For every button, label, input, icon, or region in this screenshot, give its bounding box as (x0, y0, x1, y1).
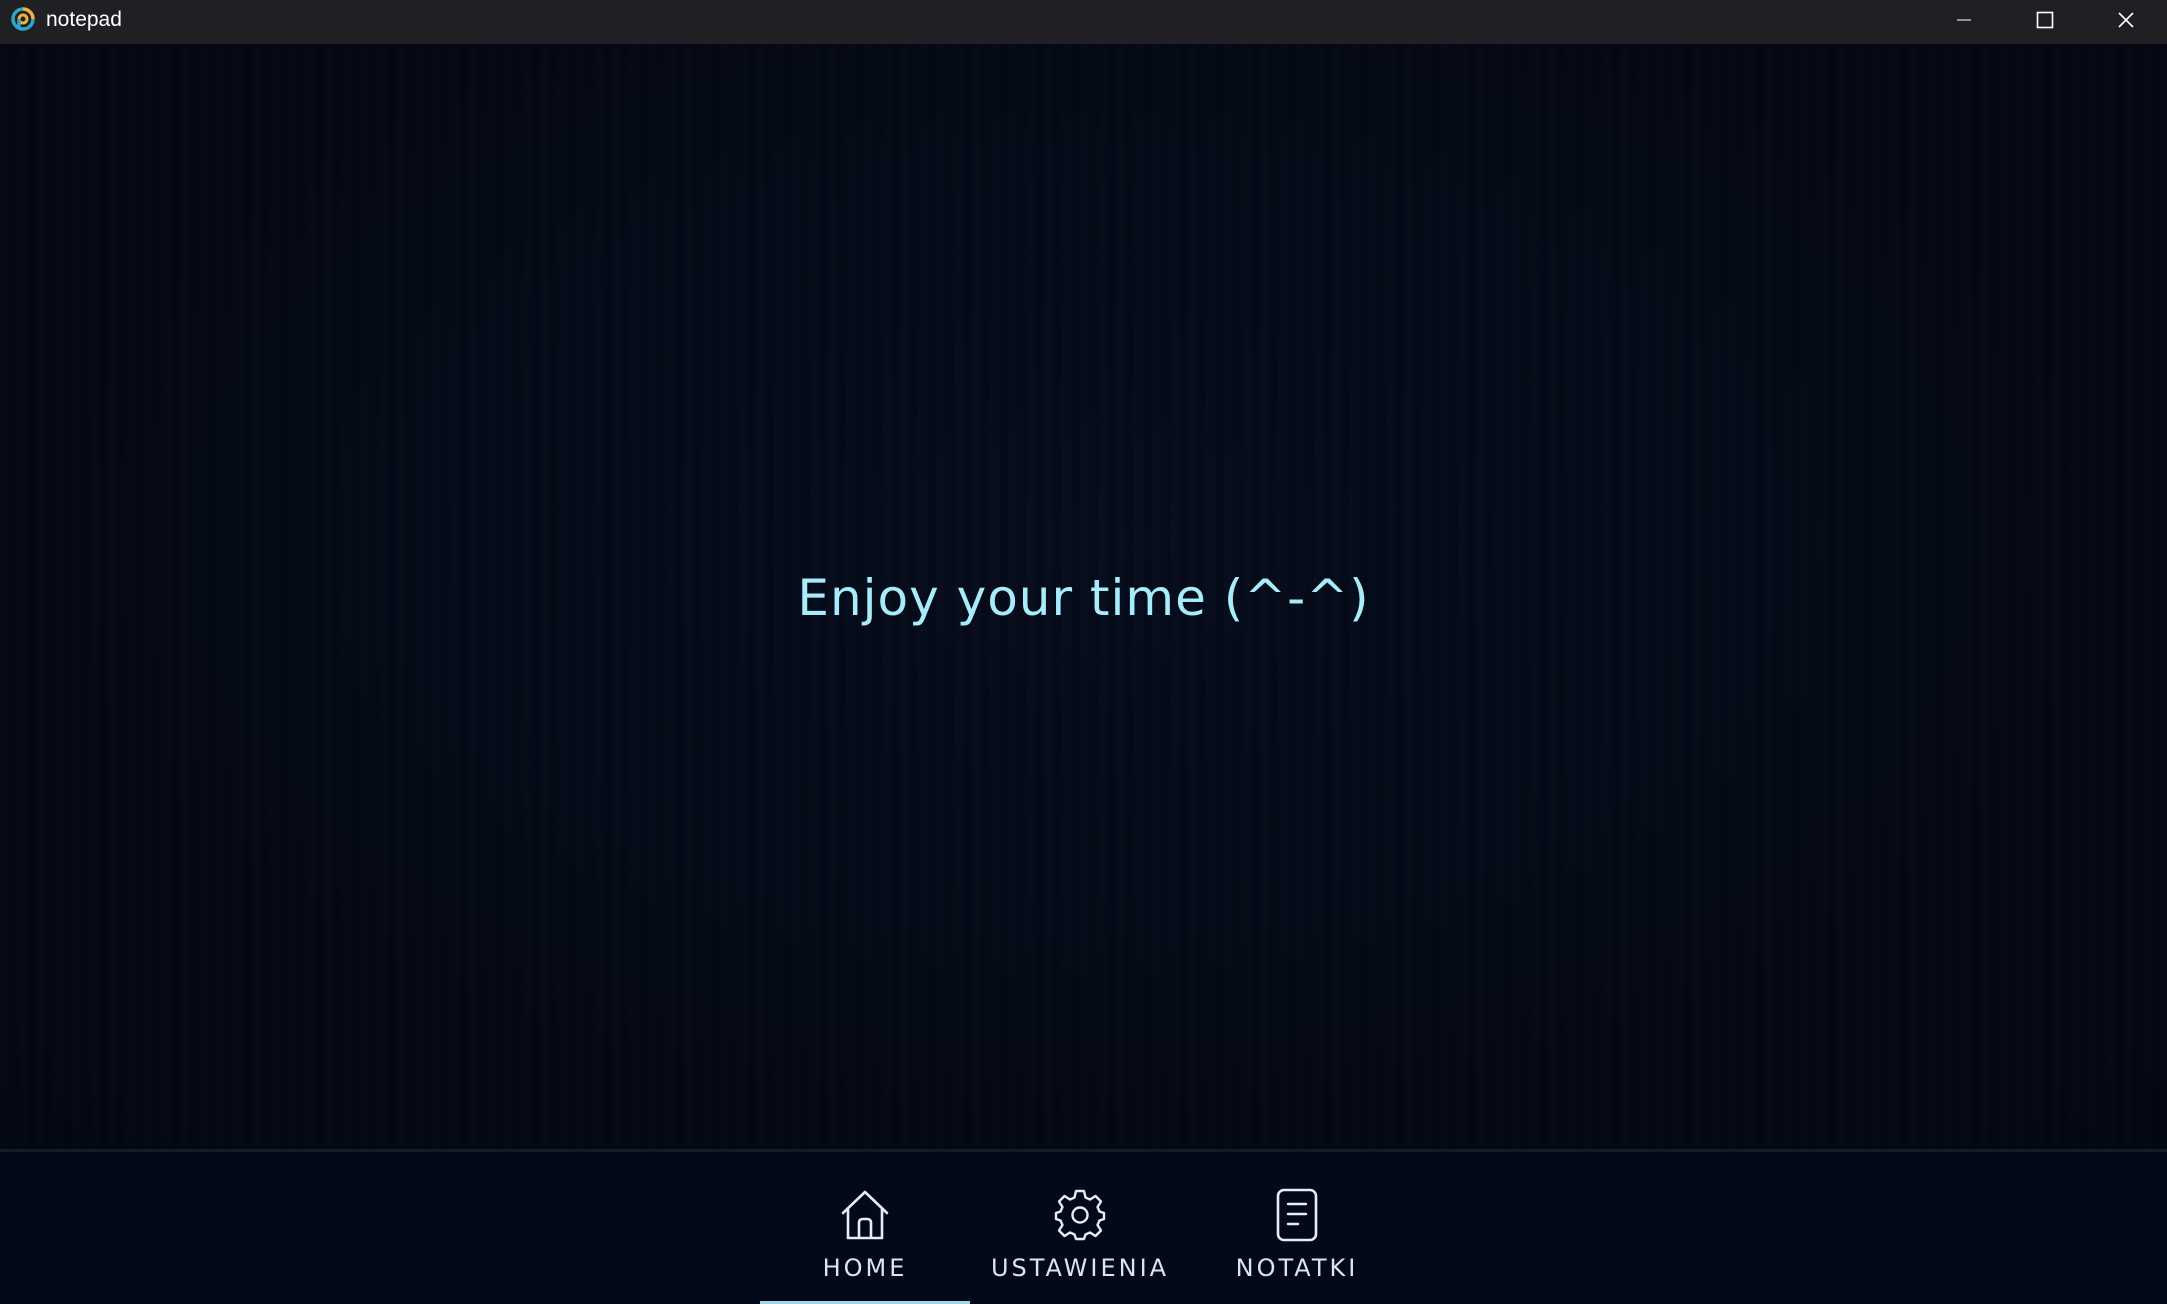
app-window: notepad Enjoy your time (^-^) HOME USTAW… (0, 0, 2167, 1304)
minimize-icon (1957, 19, 1971, 21)
document-icon (1276, 1188, 1318, 1242)
minimize-button[interactable] (1924, 0, 2004, 40)
nav-label-settings: USTAWIENIA (990, 1254, 1170, 1282)
close-icon (2118, 12, 2134, 28)
nav-tab-home[interactable]: HOME (760, 1152, 970, 1304)
bottom-navigation-bar: HOME USTAWIENIA NOTATKI (0, 1149, 2167, 1304)
welcome-message: Enjoy your time (^-^) (797, 569, 1370, 627)
maximize-button[interactable] (2005, 0, 2085, 40)
home-screen: Enjoy your time (^-^) (0, 44, 2167, 1149)
title-bar[interactable]: notepad (0, 0, 2167, 45)
nav-tab-settings[interactable]: USTAWIENIA (975, 1152, 1185, 1304)
maximize-icon (2036, 11, 2054, 29)
gear-icon (1054, 1189, 1106, 1241)
window-title: notepad (46, 8, 122, 31)
nav-label-home: HOME (822, 1254, 908, 1282)
nav-tab-notes[interactable]: NOTATKI (1192, 1152, 1402, 1304)
app-logo-icon (11, 7, 35, 31)
close-button[interactable] (2086, 0, 2166, 40)
home-icon (841, 1190, 889, 1240)
nav-label-notes: NOTATKI (1235, 1254, 1359, 1282)
